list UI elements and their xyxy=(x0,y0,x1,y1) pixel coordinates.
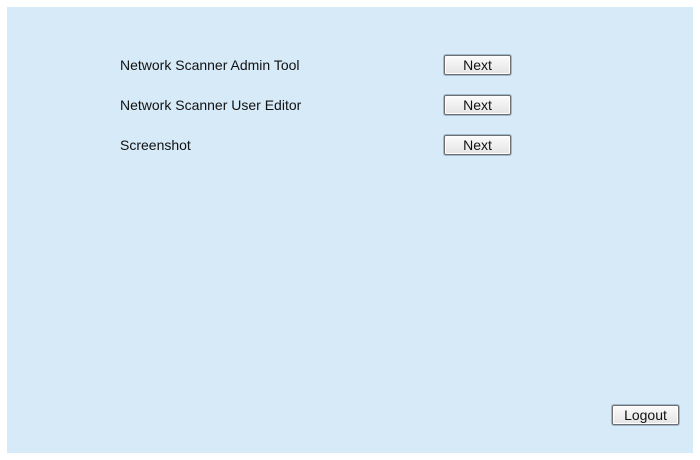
list-item-screenshot: Screenshot Next xyxy=(120,135,520,157)
list-item-user-editor: Network Scanner User Editor Next xyxy=(120,95,520,117)
main-panel: Network Scanner Admin Tool Next Network … xyxy=(7,7,693,453)
list-item-admin-tool: Network Scanner Admin Tool Next xyxy=(120,55,520,77)
logout-button[interactable]: Logout xyxy=(612,405,679,425)
admin-tool-next-button[interactable]: Next xyxy=(444,55,511,75)
user-editor-next-button[interactable]: Next xyxy=(444,95,511,115)
user-editor-label: Network Scanner User Editor xyxy=(120,97,302,113)
admin-tool-label: Network Scanner Admin Tool xyxy=(120,57,300,73)
screenshot-label: Screenshot xyxy=(120,137,191,153)
screenshot-next-button[interactable]: Next xyxy=(444,135,511,155)
